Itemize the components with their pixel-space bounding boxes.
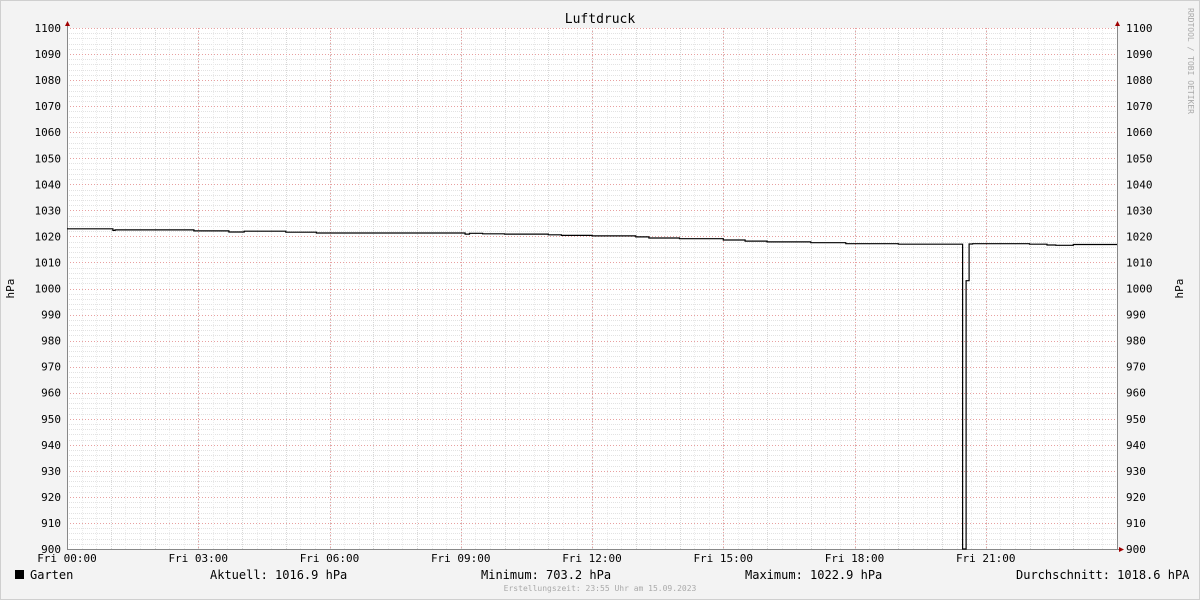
y-tick-label-right: 930 bbox=[1126, 465, 1146, 478]
legend-series-name: Garten bbox=[30, 568, 74, 582]
legend-minimum: Minimum: 703.2 hPa bbox=[481, 568, 612, 582]
y-tick-label-left: 980 bbox=[41, 335, 61, 348]
creation-time: Erstellungszeit: 23:55 Uhr am 15.09.2023 bbox=[503, 584, 697, 593]
y-tick-label-left: 1050 bbox=[35, 152, 62, 165]
x-axis-arrow bbox=[1119, 547, 1124, 552]
y-tick-label-right: 1090 bbox=[1126, 48, 1153, 61]
y-tick-label-right: 1100 bbox=[1126, 22, 1153, 35]
legend-average: Durchschnitt: 1018.6 hPA bbox=[1016, 568, 1190, 582]
y-tick-label-left: 920 bbox=[41, 491, 61, 504]
y-tick-label-left: 970 bbox=[41, 361, 61, 374]
y-axis-arrow-right bbox=[1115, 21, 1120, 26]
x-tick-label: Fri 00:00 bbox=[37, 552, 97, 565]
x-tick-label: Fri 21:00 bbox=[956, 552, 1016, 565]
vendor-watermark: RRDTOOL / TOBI OETIKER bbox=[1186, 8, 1195, 114]
y-tick-label-right: 1000 bbox=[1126, 283, 1153, 296]
chart-figure: 900 900 910 910 920 920 930 930 940 940 950 950 960 9… bbox=[0, 0, 1200, 600]
chart-title: Luftdruck bbox=[565, 12, 636, 27]
x-tick-label: Fri 06:00 bbox=[300, 552, 360, 565]
y-tick-label-left: 1060 bbox=[35, 126, 62, 139]
y-tick-label-left: 1080 bbox=[35, 74, 62, 87]
x-tick-label: Fri 12:00 bbox=[562, 552, 622, 565]
x-tick-label: Fri 03:00 bbox=[168, 552, 228, 565]
y-tick-label-right: 1050 bbox=[1126, 152, 1153, 165]
y-tick-label-left: 1020 bbox=[35, 230, 62, 243]
y-tick-label-right: 900 bbox=[1126, 543, 1146, 556]
y-axis-label-left: hPa bbox=[4, 279, 17, 299]
y-tick-label-left: 1070 bbox=[35, 100, 62, 113]
y-tick-label-left: 1040 bbox=[35, 178, 62, 191]
y-tick-label-right: 960 bbox=[1126, 387, 1146, 400]
y-tick-label-right: 990 bbox=[1126, 309, 1146, 322]
y-tick-label-left: 1100 bbox=[35, 22, 62, 35]
y-tick-label-right: 940 bbox=[1126, 439, 1146, 452]
y-tick-label-right: 980 bbox=[1126, 335, 1146, 348]
x-tick-label: Fri 09:00 bbox=[431, 552, 491, 565]
pressure-chart: 900 900910 910920 920930 930940 940950 950960 9… bbox=[0, 0, 1200, 600]
y-tick-label-right: 1040 bbox=[1126, 178, 1153, 191]
y-tick-label-left: 1010 bbox=[35, 256, 62, 269]
legend-current: Aktuell: 1016.9 hPa bbox=[210, 568, 348, 582]
y-tick-label-left: 960 bbox=[41, 387, 61, 400]
y-tick-label-right: 950 bbox=[1126, 413, 1146, 426]
legend: Garten Aktuell: 1016.9 hPa Minimum: 703.… bbox=[0, 566, 1200, 584]
y-tick-label-right: 1080 bbox=[1126, 74, 1153, 87]
y-axis-arrow-left bbox=[65, 21, 70, 26]
legend-maximum: Maximum: 1022.9 hPa bbox=[745, 568, 883, 582]
x-tick-label: Fri 15:00 bbox=[693, 552, 753, 565]
y-tick-label-left: 1000 bbox=[35, 283, 62, 296]
y-tick-label-right: 920 bbox=[1126, 491, 1146, 504]
y-tick-label-left: 1030 bbox=[35, 204, 62, 217]
y-tick-label-left: 1090 bbox=[35, 48, 62, 61]
y-tick-label-right: 1030 bbox=[1126, 204, 1153, 217]
y-tick-label-right: 910 bbox=[1126, 517, 1146, 530]
y-tick-label-left: 910 bbox=[41, 517, 61, 530]
y-tick-label-left: 950 bbox=[41, 413, 61, 426]
y-tick-label-right: 1020 bbox=[1126, 230, 1153, 243]
y-tick-label-right: 1070 bbox=[1126, 100, 1153, 113]
y-tick-label-right: 970 bbox=[1126, 361, 1146, 374]
y-tick-label-left: 940 bbox=[41, 439, 61, 452]
y-tick-label-right: 1060 bbox=[1126, 126, 1153, 139]
x-tick-label: Fri 18:00 bbox=[825, 552, 885, 565]
y-tick-label-left: 930 bbox=[41, 465, 61, 478]
y-axis-label-right: hPa bbox=[1173, 279, 1186, 299]
y-tick-label-left: 990 bbox=[41, 309, 61, 322]
y-tick-label-right: 1010 bbox=[1126, 256, 1153, 269]
